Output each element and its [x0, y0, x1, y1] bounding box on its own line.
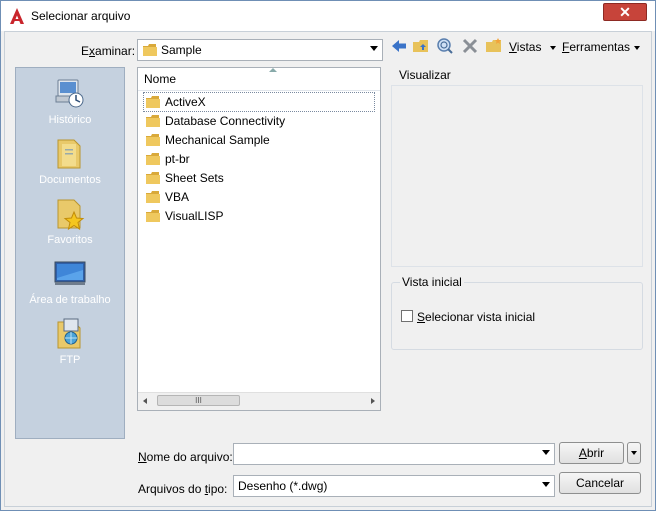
title-bar[interactable]: Selecionar arquivo ✕ — [1, 1, 655, 31]
places-bar: Histórico Documentos Favoritos Área de t… — [15, 67, 125, 439]
list-item-label: VBA — [165, 190, 190, 204]
scroll-left-icon[interactable] — [143, 398, 147, 404]
list-item-label: Database Connectivity — [165, 114, 286, 128]
desktop-icon — [54, 261, 86, 285]
lookin-combo[interactable]: Sample — [137, 39, 383, 61]
folder-icon — [146, 172, 160, 184]
dropdown-arrow-icon — [550, 45, 556, 50]
filetype-label: Arquivos do tipo: — [138, 482, 228, 496]
lookin-value: Sample — [161, 43, 202, 57]
list-item[interactable]: VBA — [144, 188, 374, 206]
list-item-label: VisualLISP — [165, 209, 224, 223]
up-folder-icon[interactable] — [412, 37, 430, 55]
list-item[interactable]: Mechanical Sample — [144, 131, 374, 149]
place-label: Histórico — [48, 114, 92, 126]
initial-view-checkbox-label[interactable]: Selecionar vista inicial — [417, 310, 535, 324]
open-options-button[interactable] — [627, 442, 641, 464]
favorites-icon — [57, 199, 85, 231]
list-item[interactable]: VisualLISP — [144, 207, 374, 225]
place-label: Favoritos — [47, 234, 93, 246]
window-title: Selecionar arquivo — [31, 9, 131, 23]
place-history[interactable]: Histórico — [16, 76, 124, 126]
filename-input[interactable] — [233, 443, 555, 465]
column-header-label: Nome — [144, 72, 177, 86]
preview-title: Visualizar — [399, 68, 451, 82]
close-button[interactable]: ✕ — [603, 3, 647, 21]
place-label: Área de trabalho — [29, 294, 111, 306]
list-item[interactable]: Database Connectivity — [144, 112, 374, 130]
list-item-label: Mechanical Sample — [165, 133, 270, 147]
new-folder-icon[interactable] — [485, 37, 503, 55]
ftp-icon — [57, 318, 81, 349]
scrollbar-thumb[interactable]: III — [157, 395, 240, 406]
chevron-down-icon[interactable] — [542, 482, 550, 487]
file-list[interactable]: Nome ActiveX Database Connectivity Mecha… — [137, 67, 381, 411]
list-item[interactable]: ActiveX — [143, 92, 375, 112]
initial-view-checkbox[interactable] — [401, 310, 413, 322]
chevron-down-icon[interactable] — [370, 46, 378, 51]
delete-icon[interactable] — [461, 37, 479, 55]
place-desktop[interactable]: Área de trabalho — [16, 256, 124, 306]
filetype-select[interactable]: Desenho (*.dwg) — [233, 475, 555, 497]
column-header-name[interactable]: Nome — [138, 68, 380, 91]
lookin-label: Examinar: — [81, 44, 136, 58]
list-item-label: pt-br — [165, 152, 190, 166]
folder-icon — [146, 115, 160, 127]
file-dialog-window: Selecionar arquivo ✕ Examinar: Sample Vi… — [0, 0, 656, 511]
tools-menu-button[interactable]: Ferramentas — [550, 40, 630, 54]
sort-ascending-icon — [269, 68, 277, 72]
place-favorites[interactable]: Favoritos — [16, 196, 124, 246]
folder-icon — [146, 134, 160, 146]
initial-view-group: Vista inicial Selecionar vista inicial — [391, 275, 643, 350]
dropdown-arrow-icon — [631, 451, 637, 455]
place-ftp[interactable]: FTP — [16, 316, 124, 366]
chevron-down-icon[interactable] — [542, 450, 550, 455]
place-documents[interactable]: Documentos — [16, 136, 124, 186]
documents-icon — [57, 139, 81, 169]
folder-icon — [146, 210, 160, 222]
horizontal-scrollbar[interactable]: III — [138, 392, 380, 410]
back-arrow-icon[interactable] — [390, 37, 408, 55]
search-web-icon[interactable] — [436, 37, 454, 55]
folder-icon — [143, 44, 157, 56]
preview-area — [391, 85, 643, 267]
folder-icon — [146, 96, 160, 108]
filename-label: Nome do arquivo: — [138, 450, 233, 464]
folder-icon — [146, 191, 160, 203]
views-menu-button[interactable]: Vistas — [509, 40, 541, 54]
place-label: FTP — [59, 354, 81, 366]
folder-icon — [146, 153, 160, 165]
list-item[interactable]: pt-br — [144, 150, 374, 168]
open-button[interactable]: Abrir — [559, 442, 624, 464]
autocad-logo-icon — [10, 8, 24, 24]
history-icon — [55, 79, 84, 108]
cancel-button[interactable]: Cancelar — [559, 472, 641, 494]
initial-view-title: Vista inicial — [400, 275, 464, 289]
list-item-label: Sheet Sets — [165, 171, 224, 185]
scroll-right-icon[interactable] — [371, 398, 375, 404]
filetype-value: Desenho (*.dwg) — [238, 479, 328, 493]
place-label: Documentos — [39, 174, 101, 186]
preview-group: Visualizar — [389, 68, 643, 268]
list-item[interactable]: Sheet Sets — [144, 169, 374, 187]
list-item-label: ActiveX — [165, 95, 206, 109]
tools-dropdown-arrow-icon[interactable] — [634, 46, 640, 50]
